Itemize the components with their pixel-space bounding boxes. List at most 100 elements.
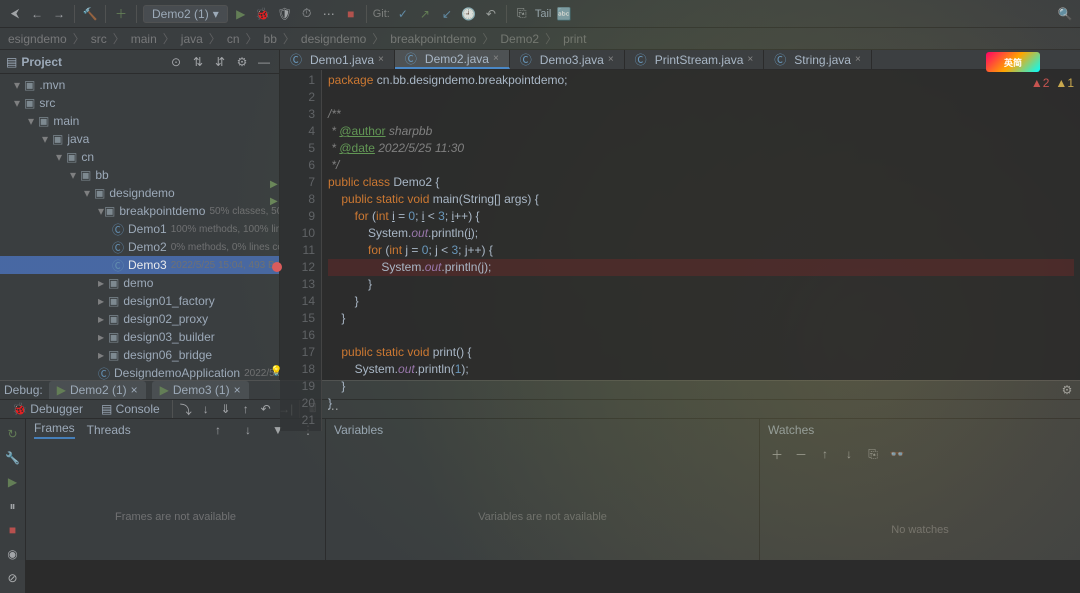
run-icon: ▶ [57,383,66,397]
view-breakpoints-icon[interactable]: ◉ [4,545,22,563]
git-pull-icon[interactable]: ↙ [438,5,456,23]
breadcrumb-item[interactable]: src [89,32,109,46]
git-update-icon[interactable]: ✓ [394,5,412,23]
tree-item[interactable]: ▸▣design02_proxy [0,310,279,328]
collapse-all-icon[interactable]: ⇵ [211,53,229,71]
expand-all-icon[interactable]: ⇅ [189,53,207,71]
git-rollback-icon[interactable]: ↶ [482,5,500,23]
editor-tab[interactable]: ⒸDemo1.java× [280,50,395,69]
trace-icon[interactable]: ⎘ [513,5,531,23]
show-watches-icon[interactable]: 👓 [888,445,906,463]
select-opened-icon[interactable]: ⊙ [167,53,185,71]
tree-item[interactable]: ▸▣design01_factory [0,292,279,310]
debug-session-tab[interactable]: ▶ Demo2 (1) × [49,381,146,399]
tree-item[interactable]: ▾▣cn [0,148,279,166]
console-tab[interactable]: ▤ Console [93,400,168,418]
expand-icon[interactable]: ⮜ [6,5,24,23]
modify-run-icon[interactable]: 🔧 [4,449,22,467]
stop-icon[interactable]: ■ [342,5,360,23]
tree-item[interactable]: ▸▣design03_builder [0,328,279,346]
editor-tab[interactable]: ⒸDemo3.java× [510,50,625,69]
resume-icon[interactable]: ▶ [4,473,22,491]
breadcrumb-item[interactable]: Demo2 [498,32,541,46]
add-watch-icon[interactable]: ＋ [768,445,786,463]
tree-item[interactable]: ▾▣breakpointdemo50% classes, 50% l [0,202,279,220]
breadcrumb-item[interactable]: java [179,32,205,46]
search-icon[interactable]: 🔍 [1056,5,1074,23]
git-history-icon[interactable]: 🕘 [460,5,478,23]
editor-gutter[interactable]: 1234567▶8▶9101112131415161718💡192021 [280,70,322,431]
step-over-icon[interactable]: ⤵ [177,400,195,418]
attach-icon[interactable]: ⋯ [320,5,338,23]
nav-back-icon[interactable]: ← [28,5,46,23]
tree-item[interactable]: ▸▣demo [0,274,279,292]
close-icon[interactable]: × [131,383,138,397]
coverage-icon[interactable]: 🛡 [276,5,294,23]
frames-tab[interactable]: Frames [34,421,75,439]
hide-icon[interactable]: — [255,53,273,71]
inspection-widget[interactable]: ▲2 ▲1 [1031,76,1074,90]
tree-item[interactable]: ▾▣designdemo [0,184,279,202]
breadcrumb-item[interactable]: bb [262,32,279,46]
tree-item[interactable]: ⒸDemo20% methods, 0% lines cove [0,238,279,256]
pause-icon[interactable]: ⏸ [4,497,22,515]
remove-watch-icon[interactable]: － [792,445,810,463]
breadcrumb-item[interactable]: main [129,32,159,46]
stop-debug-icon[interactable]: ■ [4,521,22,539]
drop-frame-icon[interactable]: ↶ [257,400,275,418]
run-icon[interactable]: ▶ [232,5,250,23]
breadcrumb-item[interactable]: esigndemo [6,32,69,46]
nav-fwd-icon[interactable]: → [50,5,68,23]
watch-up-icon[interactable]: ↑ [816,445,834,463]
tree-item[interactable]: ▾▣java [0,130,279,148]
run-config-selector[interactable]: Demo2 (1) ▾ [143,5,228,23]
watch-down-icon[interactable]: ↓ [840,445,858,463]
tree-item[interactable]: ▸▣design06_bridge [0,346,279,364]
threads-tab[interactable]: Threads [87,423,131,437]
profile-icon[interactable]: ⏱ [298,5,316,23]
debugger-tab[interactable]: 🐞 Debugger [4,400,91,418]
git-push-icon[interactable]: ↗ [416,5,434,23]
next-frame-icon[interactable]: ↓ [239,421,257,439]
rerun-icon[interactable]: ↻ [4,425,22,443]
editor-tab[interactable]: ⒸDemo2.java× [395,50,510,69]
close-icon[interactable]: × [608,54,614,65]
settings-icon[interactable]: ⚙ [233,53,251,71]
tree-item[interactable]: ⒸDemo32022/5/25 15:04, 493 B 30 [0,256,279,274]
editor-tab[interactable]: ⒸString.java× [764,50,872,69]
debug-icon[interactable]: 🐞 [254,5,272,23]
breadcrumb-item[interactable]: breakpointdemo [388,32,478,46]
java-file-icon: Ⓒ [290,51,302,68]
tree-item[interactable]: ▾▣src [0,94,279,112]
breadcrumb-item[interactable]: cn [225,32,242,46]
close-icon[interactable]: × [747,54,753,65]
force-step-icon[interactable]: ⇓ [217,400,235,418]
tree-item[interactable]: ▾▣.mvn [0,76,279,94]
breadcrumb-item[interactable]: print [561,32,588,46]
code-area[interactable]: package cn.bb.designdemo.breakpointdemo;… [322,70,1080,431]
tree-item[interactable]: ▾▣bb [0,166,279,184]
project-view-icon[interactable]: ▤ [6,55,17,69]
debug-session-tab[interactable]: ▶ Demo3 (1) × [152,381,249,399]
build-icon[interactable]: 🔨 [81,5,99,23]
prev-frame-icon[interactable]: ↑ [209,421,227,439]
close-icon[interactable]: × [855,54,861,65]
step-out-icon[interactable]: ↑ [237,400,255,418]
tree-item[interactable]: ⒸDemo1100% methods, 100% lines [0,220,279,238]
duplicate-watch-icon[interactable]: ⎘ [864,445,882,463]
tree-item[interactable]: ⒸDesigndemoApplication2022/5/25 15 [0,364,279,380]
mute-breakpoints-icon[interactable]: ⊘ [4,569,22,587]
run-icon: ▶ [160,383,169,397]
add-config-icon[interactable]: ＋ [112,5,130,23]
tree-item[interactable]: ▾▣main [0,112,279,130]
java-file-icon: Ⓒ [635,51,647,68]
editor-tab[interactable]: ⒸPrintStream.java× [625,50,765,69]
close-icon[interactable]: × [234,383,241,397]
close-icon[interactable]: × [378,54,384,65]
breadcrumb-item[interactable]: designdemo [299,32,368,46]
project-tree[interactable]: ▾▣.mvn▾▣src▾▣main▾▣java▾▣cn▾▣bb▾▣designd… [0,74,279,380]
tail-label: Tail [535,8,552,20]
translate-icon[interactable]: 🔤 [555,5,573,23]
close-icon[interactable]: × [493,53,499,64]
step-into-icon[interactable]: ↓ [197,400,215,418]
